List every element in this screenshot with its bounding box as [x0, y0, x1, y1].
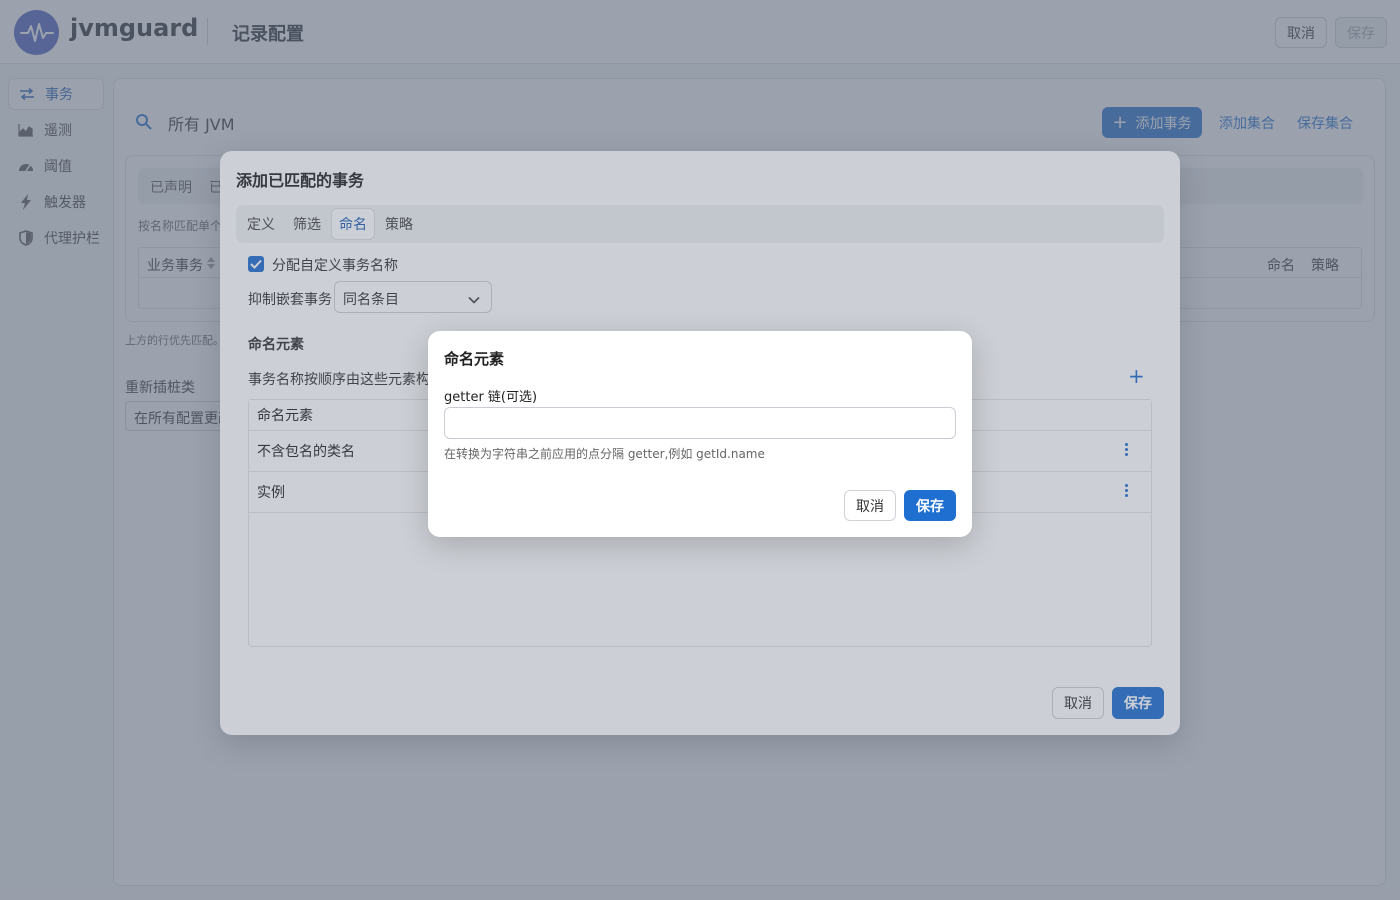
subdialog-save-button[interactable]: 保存	[904, 490, 956, 521]
subdialog-title: 命名元素	[444, 350, 505, 368]
getter-chain-input[interactable]	[444, 407, 956, 439]
subdialog-cancel-button[interactable]: 取消	[844, 490, 896, 521]
getter-chain-help: 在转换为字符串之前应用的点分隔 getter,例如 getId.name	[444, 447, 765, 461]
getter-chain-label: getter 链(可选)	[444, 390, 538, 405]
